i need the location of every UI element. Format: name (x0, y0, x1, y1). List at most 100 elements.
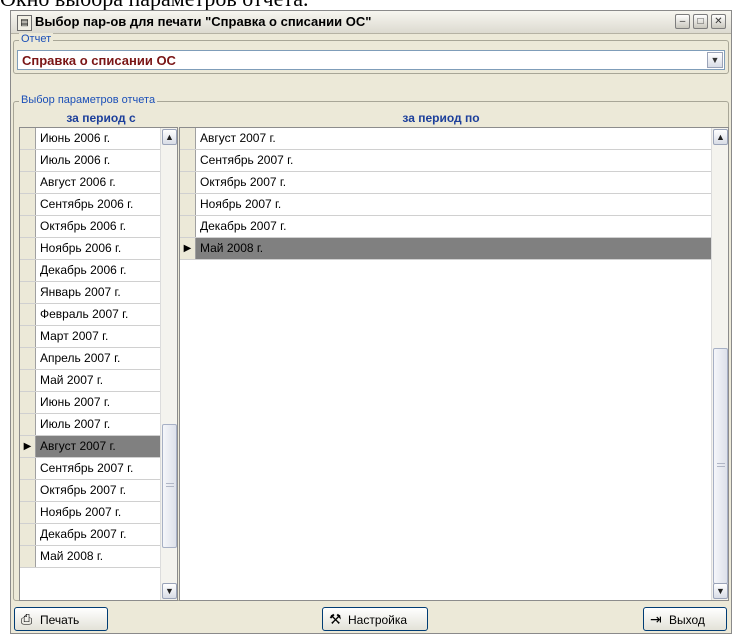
list-item-label: Октябрь 2007 г. (40, 483, 127, 497)
from-period-list[interactable]: Май 2008 г. Декабрь 2007 г. Ноябрь 2007 г.… (19, 127, 178, 601)
scroll-thumb[interactable] (713, 348, 728, 584)
list-item[interactable]: Январь 2007 г. (20, 282, 160, 304)
list-item-label: Ноябрь 2006 г. (40, 241, 122, 255)
chevron-down-icon[interactable]: ▼ (707, 52, 723, 68)
list-item-label: Май 2008 г. (200, 241, 264, 255)
list-item-label: Июль 2007 г. (40, 417, 111, 431)
report-group: Отчет Справка о списании ОС ▼ (13, 33, 729, 74)
list-item-label: Декабрь 2006 г. (40, 263, 127, 277)
scroll-down-icon[interactable]: ▼ (713, 583, 728, 599)
list-item[interactable]: Июнь 2007 г. (20, 392, 160, 414)
to-header: за период по (402, 111, 480, 125)
row-indicator (20, 414, 36, 435)
to-period-list[interactable]: ▶ Май 2008 г. Декабрь 2007 г. Ноябрь 2007 г… (179, 127, 729, 601)
window-title: Выбор пар-ов для печати "Справка о списа… (35, 14, 372, 29)
list-item-label: Август 2007 г. (40, 439, 116, 453)
row-indicator (20, 172, 36, 193)
document-icon: ▤ (17, 15, 32, 31)
list-item[interactable]: ▶ Август 2007 г. (20, 436, 160, 458)
list-item[interactable]: Октябрь 2007 г. (180, 172, 711, 194)
row-indicator (20, 480, 36, 501)
row-indicator (20, 546, 36, 567)
list-item[interactable]: Сентябрь 2007 г. (20, 458, 160, 480)
list-item-label: Апрель 2007 г. (40, 351, 121, 365)
scroll-down-icon[interactable]: ▼ (162, 583, 177, 599)
close-button[interactable]: ✕ (711, 14, 726, 29)
list-item[interactable]: Декабрь 2007 г. (20, 524, 160, 546)
report-select[interactable]: Справка о списании ОС ▼ (17, 50, 725, 70)
list-item[interactable]: Февраль 2007 г. (20, 304, 160, 326)
list-item-label: Ноябрь 2007 г. (200, 197, 282, 211)
list-item[interactable]: Октябрь 2006 г. (20, 216, 160, 238)
row-pointer-icon: ▶ (180, 238, 196, 259)
list-item[interactable]: Апрель 2007 г. (20, 348, 160, 370)
list-item[interactable]: Март 2007 г. (20, 326, 160, 348)
list-item-label: Декабрь 2007 г. (40, 527, 127, 541)
list-item[interactable]: Ноябрь 2007 г. (20, 502, 160, 524)
list-item-label: Март 2007 г. (40, 329, 109, 343)
list-item-label: Май 2008 г. (40, 549, 104, 563)
report-select-value: Справка о списании ОС (22, 53, 176, 68)
row-indicator (180, 194, 196, 215)
list-item[interactable]: Ноябрь 2007 г. (180, 194, 711, 216)
scroll-up-icon[interactable]: ▲ (162, 129, 177, 145)
from-header: за период с (66, 111, 136, 125)
list-item[interactable]: ▶ Май 2008 г. (180, 238, 711, 260)
list-item[interactable]: Август 2007 г. (180, 128, 711, 150)
row-indicator (20, 524, 36, 545)
list-item-label: Октябрь 2006 г. (40, 219, 127, 233)
list-item-label: Август 2006 г. (40, 175, 116, 189)
print-button-label: Печать (40, 613, 80, 627)
list-item[interactable]: Декабрь 2006 г. (20, 260, 160, 282)
list-item-label: Июнь 2007 г. (40, 395, 111, 409)
list-item-label: Ноябрь 2007 г. (40, 505, 122, 519)
report-group-legend: Отчет (19, 33, 54, 45)
list-item[interactable]: Август 2006 г. (20, 172, 160, 194)
row-indicator (20, 128, 36, 149)
exit-button[interactable]: ⇥ Выход (643, 607, 727, 631)
row-indicator (20, 282, 36, 303)
tools-icon: ⚒ (329, 611, 342, 627)
row-indicator (20, 326, 36, 347)
list-item-label: Июнь 2006 г. (40, 131, 111, 145)
list-item-label: Февраль 2007 г. (40, 307, 129, 321)
dialog-window: ▤ Выбор пар-ов для печати "Справка о спи… (10, 10, 732, 634)
row-indicator (20, 304, 36, 325)
exit-button-label: Выход (669, 613, 705, 627)
row-indicator (20, 238, 36, 259)
list-item[interactable]: Сентябрь 2006 г. (20, 194, 160, 216)
print-button[interactable]: ⎙ Печать (14, 607, 108, 631)
printer-icon: ⎙ (21, 611, 33, 627)
row-indicator (180, 128, 196, 149)
minimize-button[interactable]: ‒ (675, 14, 690, 29)
settings-button[interactable]: ⚒ Настройка (322, 607, 428, 631)
scroll-up-icon[interactable]: ▲ (713, 129, 728, 145)
list-item[interactable]: Май 2007 г. (20, 370, 160, 392)
list-item[interactable]: Сентябрь 2007 г. (180, 150, 711, 172)
list-item[interactable]: Июль 2006 г. (20, 150, 160, 172)
params-group-legend: Выбор параметров отчета (19, 94, 158, 106)
row-indicator (180, 172, 196, 193)
row-indicator (20, 458, 36, 479)
list-item[interactable]: Июнь 2006 г. (20, 128, 160, 150)
maximize-button[interactable]: □ (693, 14, 708, 29)
grip-icon (166, 483, 174, 487)
settings-button-label: Настройка (348, 613, 408, 627)
grip-icon (717, 463, 725, 467)
door-exit-icon: ⇥ (650, 611, 662, 627)
list-item[interactable]: Ноябрь 2006 г. (20, 238, 160, 260)
row-pointer-icon: ▶ (20, 436, 36, 457)
list-item[interactable]: Октябрь 2007 г. (20, 480, 160, 502)
row-indicator (20, 260, 36, 281)
list-item-label: Октябрь 2007 г. (200, 175, 287, 189)
list-item-label: Июль 2006 г. (40, 153, 111, 167)
to-list-scrollbar[interactable]: ▲ ▼ (711, 128, 728, 600)
list-item[interactable]: Декабрь 2007 г. (180, 216, 711, 238)
from-list-scrollbar[interactable]: ▲ ▼ (160, 128, 177, 600)
list-item[interactable]: Июль 2007 г. (20, 414, 160, 436)
list-item[interactable]: Май 2008 г. (20, 546, 160, 568)
title-bar[interactable]: ▤ Выбор пар-ов для печати "Справка о спи… (11, 11, 731, 34)
scroll-thumb[interactable] (162, 424, 177, 548)
row-indicator (180, 150, 196, 171)
row-indicator (20, 348, 36, 369)
